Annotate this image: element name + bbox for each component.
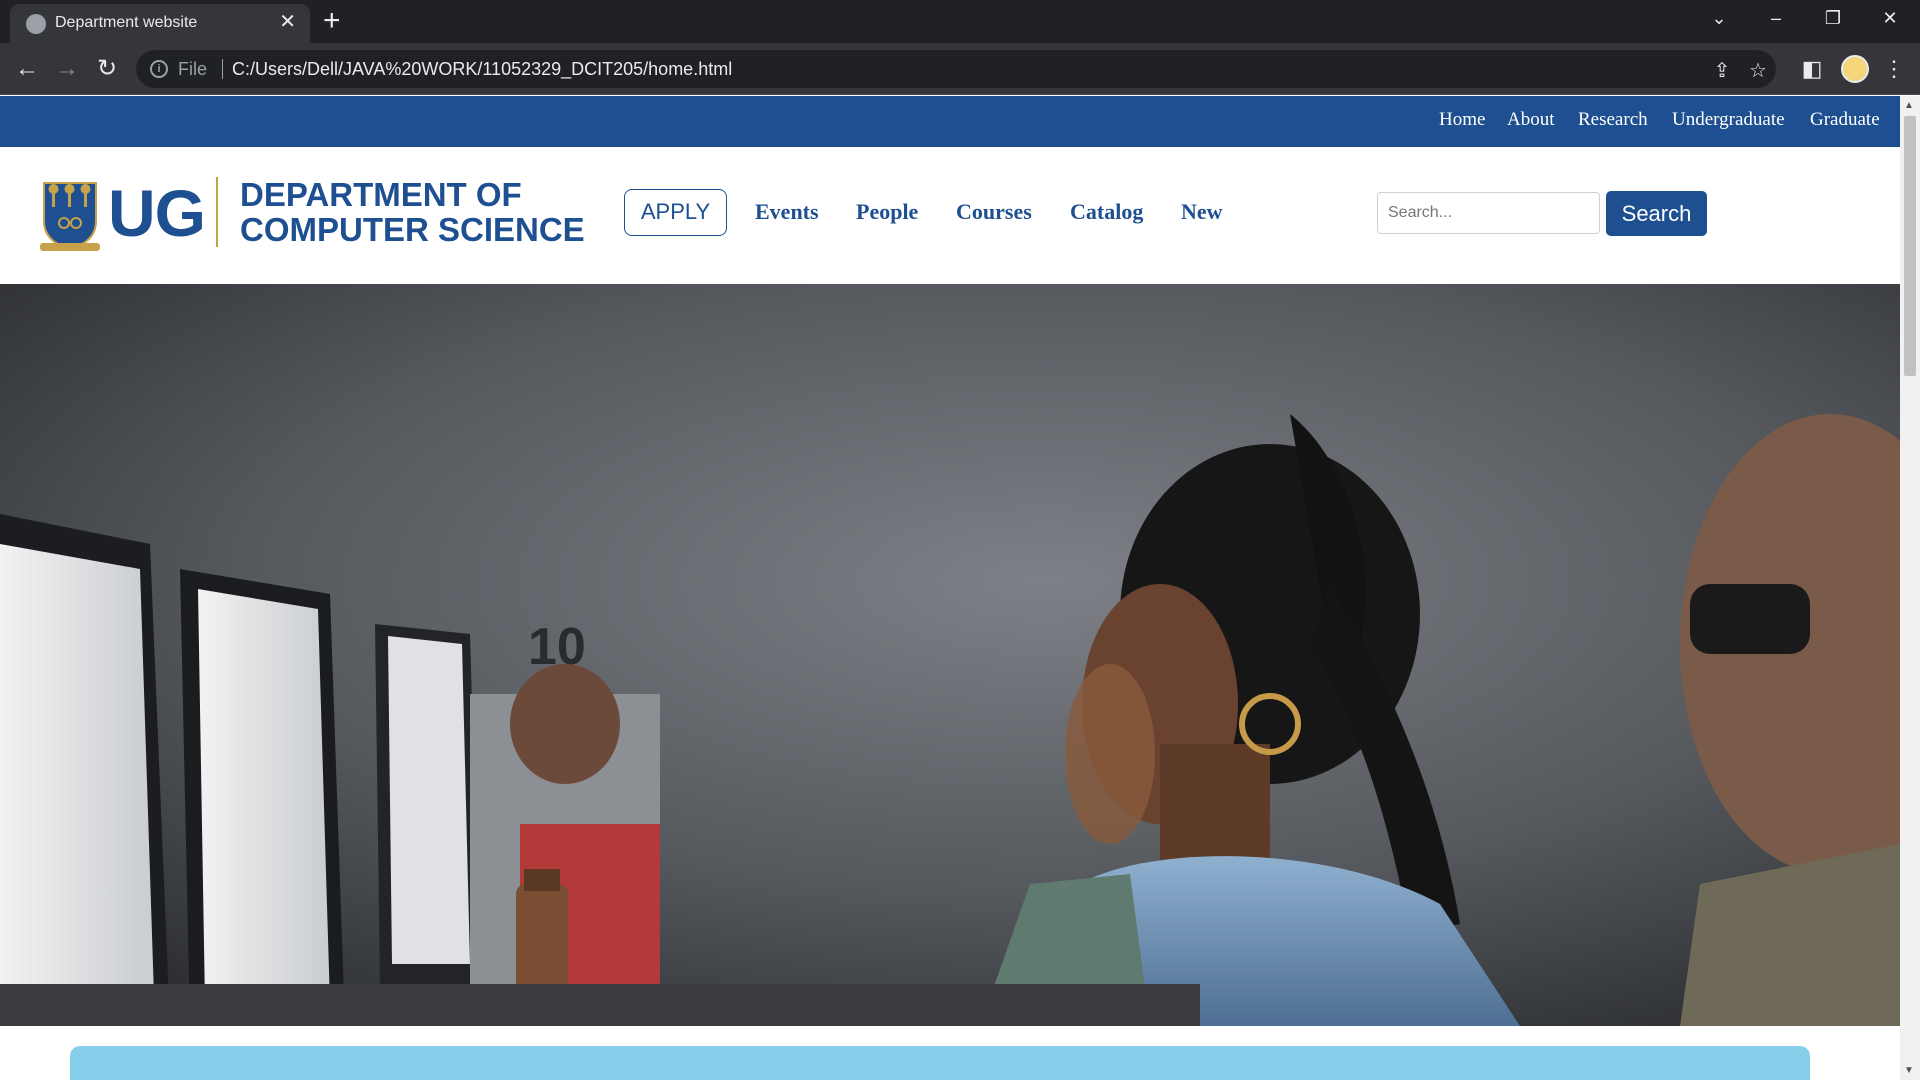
url-text[interactable]: C:/Users/Dell/JAVA%20WORK/11052329_DCIT2…: [232, 59, 732, 80]
nav-courses[interactable]: Courses: [956, 199, 1032, 225]
share-icon[interactable]: ⇪: [1710, 58, 1734, 83]
back-icon[interactable]: ←: [12, 54, 42, 84]
side-panel-icon[interactable]: ◧: [1798, 55, 1826, 83]
apply-button[interactable]: APPLY: [624, 189, 727, 236]
department-name: DEPARTMENT OF COMPUTER SCIENCE: [240, 177, 585, 247]
browser-toolbar: ← → ↻ i File C:/Users/Dell/JAVA%20WORK/1…: [0, 43, 1920, 95]
new-tab-icon[interactable]: +: [323, 5, 341, 37]
search-input[interactable]: [1377, 192, 1600, 234]
page-scrollbar[interactable]: ▲ ▼: [1900, 96, 1920, 1080]
topnav-graduate[interactable]: Graduate: [1810, 109, 1880, 131]
address-bar[interactable]: i File C:/Users/Dell/JAVA%20WORK/1105232…: [136, 50, 1776, 88]
minimize-icon[interactable]: –: [1756, 4, 1796, 32]
nav-new[interactable]: New: [1181, 199, 1223, 225]
topnav-research[interactable]: Research: [1578, 109, 1648, 131]
hero-photo-students-at-computers: 10: [0, 284, 1900, 1026]
topnav-home[interactable]: Home: [1439, 109, 1485, 131]
info-banner: [70, 1046, 1810, 1080]
restore-icon[interactable]: ❐: [1813, 4, 1853, 32]
reload-icon[interactable]: ↻: [92, 54, 122, 84]
browser-tab-bar: Department website ✕ + ⌄ – ❐ ✕: [0, 0, 1920, 43]
nav-events[interactable]: Events: [755, 199, 819, 225]
page-viewport: Home About Research Undergraduate Gradua…: [0, 96, 1900, 1080]
profile-avatar[interactable]: [1841, 55, 1869, 83]
site-info-icon[interactable]: i: [150, 60, 168, 78]
scroll-down-arrow-icon[interactable]: ▼: [1904, 1065, 1914, 1076]
close-tab-icon[interactable]: ✕: [279, 11, 296, 33]
nav-catalog[interactable]: Catalog: [1070, 199, 1143, 225]
nav-people[interactable]: People: [856, 199, 918, 225]
department-line-2: COMPUTER SCIENCE: [240, 211, 585, 248]
topnav-about[interactable]: About: [1507, 109, 1555, 131]
forward-icon[interactable]: →: [52, 54, 82, 84]
browser-tab[interactable]: Department website ✕: [10, 4, 310, 43]
globe-icon: [26, 14, 46, 34]
logo-ug-text[interactable]: UG: [108, 175, 206, 251]
topnav-undergraduate[interactable]: Undergraduate: [1672, 109, 1785, 131]
department-line-1: DEPARTMENT OF: [240, 176, 522, 213]
logo-divider: [216, 177, 218, 247]
scroll-up-arrow-icon[interactable]: ▲: [1904, 100, 1914, 111]
bookmark-star-icon[interactable]: ☆: [1746, 58, 1770, 83]
close-window-icon[interactable]: ✕: [1870, 4, 1910, 32]
site-header: UG DEPARTMENT OF COMPUTER SCIENCE APPLY …: [0, 147, 1900, 284]
address-separator: [222, 59, 223, 79]
tab-title: Department website: [55, 14, 198, 31]
search-button[interactable]: Search: [1606, 191, 1707, 236]
university-crest-icon[interactable]: [40, 179, 100, 253]
hero-image: 10: [0, 284, 1900, 1026]
tab-search-icon[interactable]: ⌄: [1699, 4, 1739, 32]
top-navigation: Home About Research Undergraduate Gradua…: [0, 96, 1900, 147]
menu-kebab-icon[interactable]: ⋮: [1880, 55, 1908, 83]
scroll-thumb[interactable]: [1904, 116, 1916, 376]
scheme-label: File: [178, 59, 208, 79]
